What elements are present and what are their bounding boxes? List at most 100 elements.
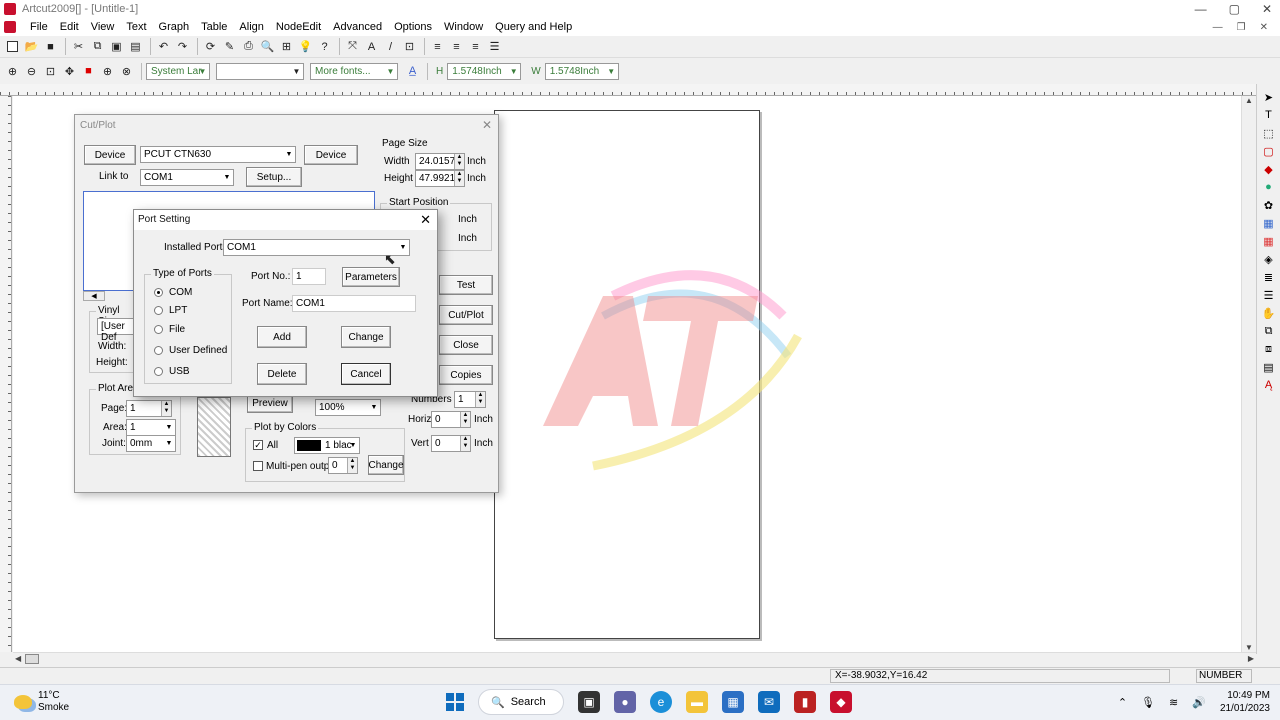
close-button[interactable]: Close: [439, 335, 493, 355]
port-no-input[interactable]: 1: [292, 268, 326, 285]
menu-align[interactable]: Align: [233, 21, 269, 33]
parameters-button[interactable]: Parameters: [342, 267, 400, 287]
delete-button[interactable]: Delete: [257, 363, 307, 385]
menu-window[interactable]: Window: [438, 21, 489, 33]
cancel-button[interactable]: Cancel: [341, 363, 391, 385]
zoom-page-icon[interactable]: ⊕: [99, 63, 116, 80]
menu-advanced[interactable]: Advanced: [327, 21, 388, 33]
file-explorer-icon[interactable]: ▬: [686, 691, 708, 713]
cut-plot-button[interactable]: Cut/Plot: [439, 305, 493, 325]
clipboard-icon[interactable]: ▤: [127, 38, 144, 55]
zoom-out-icon[interactable]: ⊖: [23, 63, 40, 80]
height-combo[interactable]: 1.5748Inch ▼: [447, 62, 522, 80]
font-style-combo[interactable]: ▼: [216, 62, 304, 80]
menu-options[interactable]: Options: [388, 21, 438, 33]
scroll-up-icon[interactable]: ▲: [1245, 96, 1253, 105]
artcut-taskbar-icon[interactable]: ◆: [830, 691, 852, 713]
radio-lpt[interactable]: LPT: [154, 305, 187, 316]
spinner-icon[interactable]: ▲ ▼: [460, 436, 470, 451]
port-name-input[interactable]: COM1: [292, 295, 416, 312]
cut-icon[interactable]: ✂: [70, 38, 87, 55]
volume-icon[interactable]: 🔊: [1192, 696, 1206, 709]
undo-icon[interactable]: ↶: [155, 38, 172, 55]
teams-chat-icon[interactable]: ●: [614, 691, 636, 713]
stack-tool-icon[interactable]: ▤: [1262, 360, 1276, 374]
color-tool-icon[interactable]: ●: [1262, 180, 1276, 194]
zoom-select[interactable]: 100% ▼: [315, 399, 381, 416]
vertical-scrollbar[interactable]: ▲ ▼: [1241, 96, 1256, 652]
area-select[interactable]: 1 ▼: [126, 419, 176, 436]
spinner-icon[interactable]: ▲ ▼: [454, 171, 464, 186]
mdi-minimize-icon[interactable]: —: [1213, 22, 1223, 33]
chevron-up-icon[interactable]: ⌃: [1118, 696, 1127, 709]
shape-tool-icon[interactable]: ⬚: [1262, 126, 1276, 140]
font-combo[interactable]: More fonts... ▼: [310, 62, 398, 80]
width-combo[interactable]: 1.5748Inch ▼: [544, 62, 619, 80]
spinner-icon[interactable]: ▲ ▼: [454, 154, 464, 169]
scroll-down-icon[interactable]: ▼: [1245, 643, 1253, 652]
menu-query-help[interactable]: Query and Help: [489, 21, 578, 33]
pan-icon[interactable]: ✥: [61, 63, 78, 80]
spinner-icon[interactable]: ▲ ▼: [161, 401, 171, 416]
menu-table[interactable]: Table: [195, 21, 233, 33]
copy-icon[interactable]: ⧉: [89, 38, 106, 55]
change-color-button[interactable]: Change: [368, 455, 404, 475]
numbers-input[interactable]: 1 ▲ ▼: [454, 391, 486, 408]
layer-tool-icon[interactable]: ⧈: [1262, 342, 1276, 356]
node-icon[interactable]: ⤧: [344, 38, 361, 55]
spinner-icon[interactable]: ▲ ▼: [460, 412, 470, 427]
scroll-left-icon[interactable]: ◀: [15, 654, 21, 663]
clock[interactable]: 10:49 PM 21/01/2023: [1220, 689, 1270, 715]
menu-edit[interactable]: Edit: [54, 21, 85, 33]
close-icon[interactable]: ✕: [420, 212, 431, 228]
redo-icon[interactable]: ↷: [174, 38, 191, 55]
app-icon[interactable]: ▮: [794, 691, 816, 713]
preview-scroll[interactable]: ◀: [83, 291, 105, 301]
height-input[interactable]: 47.9921 ▲ ▼: [415, 170, 465, 187]
menu-text[interactable]: Text: [120, 21, 152, 33]
menu-view[interactable]: View: [85, 21, 121, 33]
installed-ports-select[interactable]: COM1 ▼: [223, 239, 410, 256]
device-button[interactable]: Device: [84, 145, 136, 165]
radio-file[interactable]: File: [154, 324, 185, 335]
zoom-select-icon[interactable]: ⊡: [42, 63, 59, 80]
scroll-right-icon[interactable]: ▶: [1248, 654, 1254, 663]
radio-com[interactable]: COM: [154, 287, 192, 298]
refresh-icon[interactable]: ⟳: [202, 38, 219, 55]
multipen-input[interactable]: 0 ▲ ▼: [328, 457, 358, 474]
zoom-all-icon[interactable]: ⊗: [118, 63, 135, 80]
align-center-icon[interactable]: ≡: [448, 38, 465, 55]
italic-icon[interactable]: /: [382, 38, 399, 55]
text-tool-icon[interactable]: T: [1262, 108, 1276, 122]
close-icon[interactable]: ✕: [1262, 2, 1272, 16]
align-justify-icon[interactable]: ☰: [486, 38, 503, 55]
language-combo[interactable]: System Lar ▼: [146, 62, 210, 80]
task-view-icon[interactable]: ▣: [578, 691, 600, 713]
text-a-icon[interactable]: A: [363, 38, 380, 55]
list-tool-icon[interactable]: ☰: [1262, 288, 1276, 302]
weather-widget[interactable]: 11°C Smoke: [14, 690, 69, 714]
multipen-checkbox[interactable]: [253, 461, 263, 471]
maximize-icon[interactable]: ▢: [1229, 2, 1240, 16]
paste-icon[interactable]: ▣: [108, 38, 125, 55]
windows-start-icon[interactable]: [446, 693, 464, 711]
save-icon[interactable]: ■: [42, 38, 59, 55]
mail-icon[interactable]: ✉: [758, 691, 780, 713]
fill-tool-icon[interactable]: ◆: [1262, 162, 1276, 176]
store-icon[interactable]: ▦: [722, 691, 744, 713]
pointer-tool-icon[interactable]: ➤: [1262, 90, 1276, 104]
hand-tool-icon[interactable]: ✋: [1262, 306, 1276, 320]
minimize-icon[interactable]: —: [1195, 2, 1207, 16]
open-icon[interactable]: 📂: [23, 38, 40, 55]
spinner-icon[interactable]: ▲ ▼: [475, 392, 485, 407]
fill-red-icon[interactable]: ■: [80, 63, 97, 80]
copy-tool-icon[interactable]: ⧉: [1262, 324, 1276, 338]
close-icon[interactable]: ✕: [482, 118, 492, 132]
add-button[interactable]: Add: [257, 326, 307, 348]
menu-graph[interactable]: Graph: [153, 21, 196, 33]
hint-icon[interactable]: 💡: [297, 38, 314, 55]
vert-input[interactable]: 0 ▲ ▼: [431, 435, 471, 452]
horizontal-scrollbar[interactable]: ◀ ▶: [13, 652, 1256, 666]
plot-icon[interactable]: ⊞: [278, 38, 295, 55]
align-left-icon[interactable]: ≡: [429, 38, 446, 55]
